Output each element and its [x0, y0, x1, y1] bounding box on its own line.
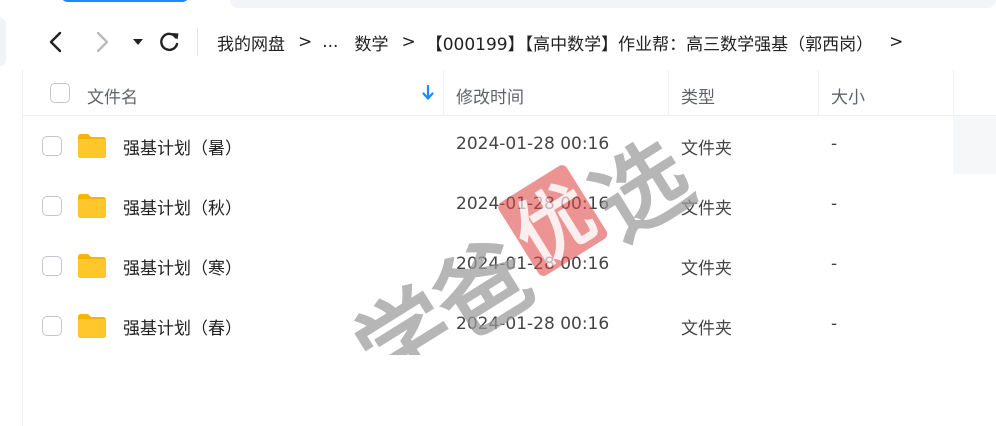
modified-time: 2024-01-28 00:16: [456, 254, 610, 274]
file-type: 文件夹: [681, 259, 732, 279]
modified-time: 2024-01-28 00:16: [456, 314, 610, 334]
breadcrumb-item-root[interactable]: 我的网盘: [217, 30, 285, 55]
file-size: -: [831, 254, 838, 274]
history-dropdown-button[interactable]: [124, 28, 152, 56]
breadcrumb-separator: >: [298, 32, 313, 52]
upload-button-remnant[interactable]: [60, 0, 190, 2]
modified-time: 2024-01-28 00:16: [456, 134, 610, 154]
refresh-button[interactable]: [155, 28, 183, 56]
file-name[interactable]: 强基计划（寒）: [123, 254, 242, 279]
column-divider[interactable]: [668, 70, 669, 116]
arrow-down-icon[interactable]: [421, 84, 435, 102]
navigation-bar: 我的网盘 > ... 数学 > 【000199】【高中数学】作业帮：高三数学强基…: [0, 18, 996, 66]
row-checkbox[interactable]: [42, 136, 62, 156]
row-checkbox[interactable]: [42, 256, 62, 276]
breadcrumb-separator: >: [889, 32, 904, 52]
breadcrumb-item-current[interactable]: 【000199】【高中数学】作业帮：高三数学强基（郭西岗）: [426, 30, 873, 55]
table-row[interactable]: 强基计划（秋） 2024-01-28 00:16 文件夹 -: [23, 176, 996, 236]
table-row[interactable]: 强基计划（暑） 2024-01-28 00:16 文件夹 -: [23, 116, 996, 176]
breadcrumb-item-ellipsis[interactable]: ...: [322, 32, 338, 52]
column-divider[interactable]: [818, 70, 819, 116]
breadcrumb: 我的网盘 > ... 数学 > 【000199】【高中数学】作业帮：高三数学强基…: [217, 28, 913, 56]
file-type: 文件夹: [681, 319, 732, 339]
column-header-type[interactable]: 类型: [681, 83, 715, 108]
file-type: 文件夹: [681, 199, 732, 219]
column-header-name[interactable]: 文件名: [87, 83, 138, 108]
caret-down-icon: [133, 39, 143, 45]
table-row[interactable]: 强基计划（寒） 2024-01-28 00:16 文件夹 -: [23, 236, 996, 296]
select-all-checkbox[interactable]: [50, 83, 70, 103]
row-checkbox[interactable]: [42, 316, 62, 336]
nav-divider: [197, 28, 198, 56]
file-name[interactable]: 强基计划（暑）: [123, 134, 242, 159]
modified-time: 2024-01-28 00:16: [456, 194, 610, 214]
folder-icon: [78, 194, 106, 218]
chevron-right-icon: [96, 31, 109, 53]
row-checkbox[interactable]: [42, 196, 62, 216]
table-header: 文件名 修改时间 类型 大小: [23, 70, 996, 116]
refresh-icon: [160, 32, 179, 51]
table-row[interactable]: 强基计划（春） 2024-01-28 00:16 文件夹 -: [23, 296, 996, 356]
column-divider[interactable]: [953, 70, 954, 116]
breadcrumb-separator: >: [401, 32, 416, 52]
column-divider[interactable]: [443, 70, 444, 116]
chevron-left-icon: [49, 31, 62, 53]
file-size: -: [831, 134, 838, 154]
top-toolbar-remnant: [0, 0, 996, 8]
column-header-size[interactable]: 大小: [831, 83, 865, 108]
forward-button[interactable]: [88, 28, 116, 56]
file-size: -: [831, 314, 838, 334]
file-name[interactable]: 强基计划（春）: [123, 314, 242, 339]
file-size: -: [831, 194, 838, 214]
breadcrumb-item-math[interactable]: 数学: [354, 30, 388, 55]
folder-icon: [78, 314, 106, 338]
folder-icon: [78, 134, 106, 158]
column-header-modified[interactable]: 修改时间: [456, 83, 524, 108]
file-type: 文件夹: [681, 139, 732, 159]
folder-icon: [78, 254, 106, 278]
search-field-remnant[interactable]: [230, 0, 996, 8]
file-name[interactable]: 强基计划（秋）: [123, 194, 242, 219]
back-button[interactable]: [42, 28, 70, 56]
